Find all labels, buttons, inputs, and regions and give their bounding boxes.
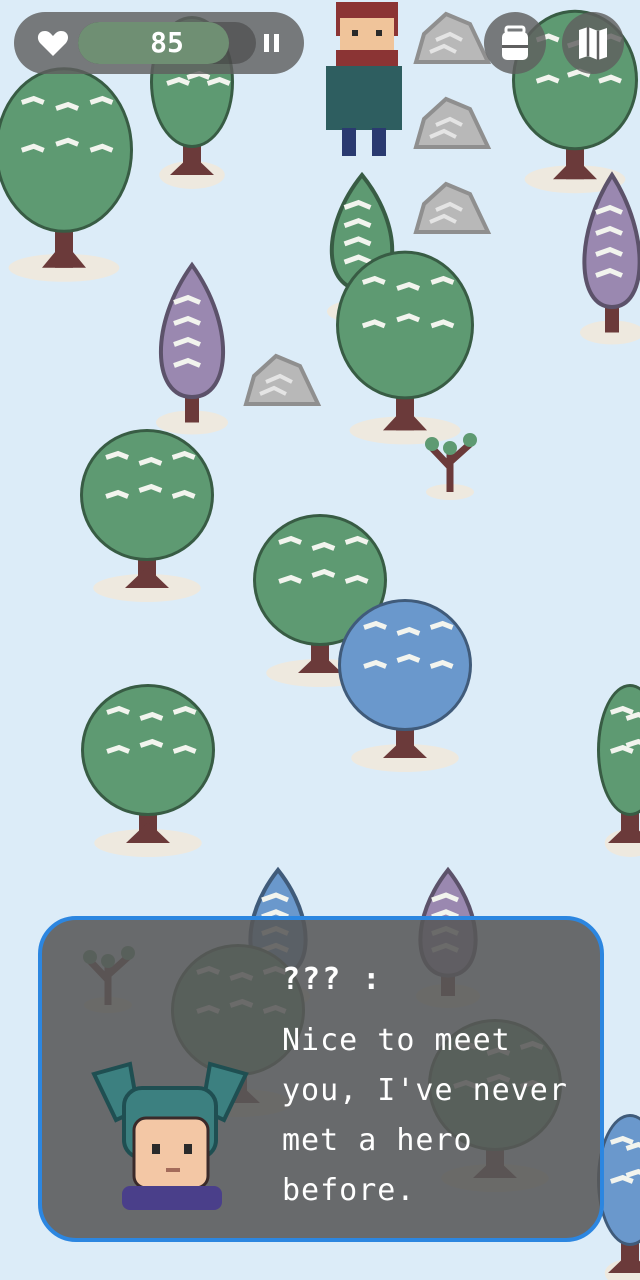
player-character	[326, 2, 402, 156]
map-icon	[579, 27, 607, 60]
health-value: 85	[150, 26, 184, 59]
rock	[413, 11, 492, 64]
backpack-button[interactable]	[484, 12, 546, 74]
tree-blue	[338, 599, 472, 772]
backpack-icon	[502, 25, 528, 60]
tree	[0, 67, 133, 282]
dialog-speaker: ??? :	[282, 962, 383, 997]
game-scene[interactable]: 85 ??? : Nice to meet you, I've never me…	[0, 0, 640, 1280]
tree	[80, 429, 214, 602]
map-button[interactable]	[562, 12, 624, 74]
tree	[336, 250, 474, 445]
rock	[413, 96, 492, 149]
sapling	[425, 433, 477, 500]
dialog-message: Nice to meet you, I've never met a hero …	[282, 1023, 568, 1208]
tree	[81, 684, 215, 857]
heart-icon	[37, 31, 69, 56]
tree-purple	[580, 171, 640, 345]
health-bar: 85	[14, 12, 304, 74]
pause-icon[interactable]	[250, 22, 294, 64]
rock	[413, 181, 492, 234]
tree	[597, 684, 640, 857]
tree-purple	[156, 261, 228, 435]
health-track: 85	[78, 22, 256, 64]
rock	[243, 353, 322, 406]
npc-portrait	[91, 1061, 249, 1210]
dialog-box[interactable]: ??? : Nice to meet you, I've never met a…	[38, 916, 604, 1242]
